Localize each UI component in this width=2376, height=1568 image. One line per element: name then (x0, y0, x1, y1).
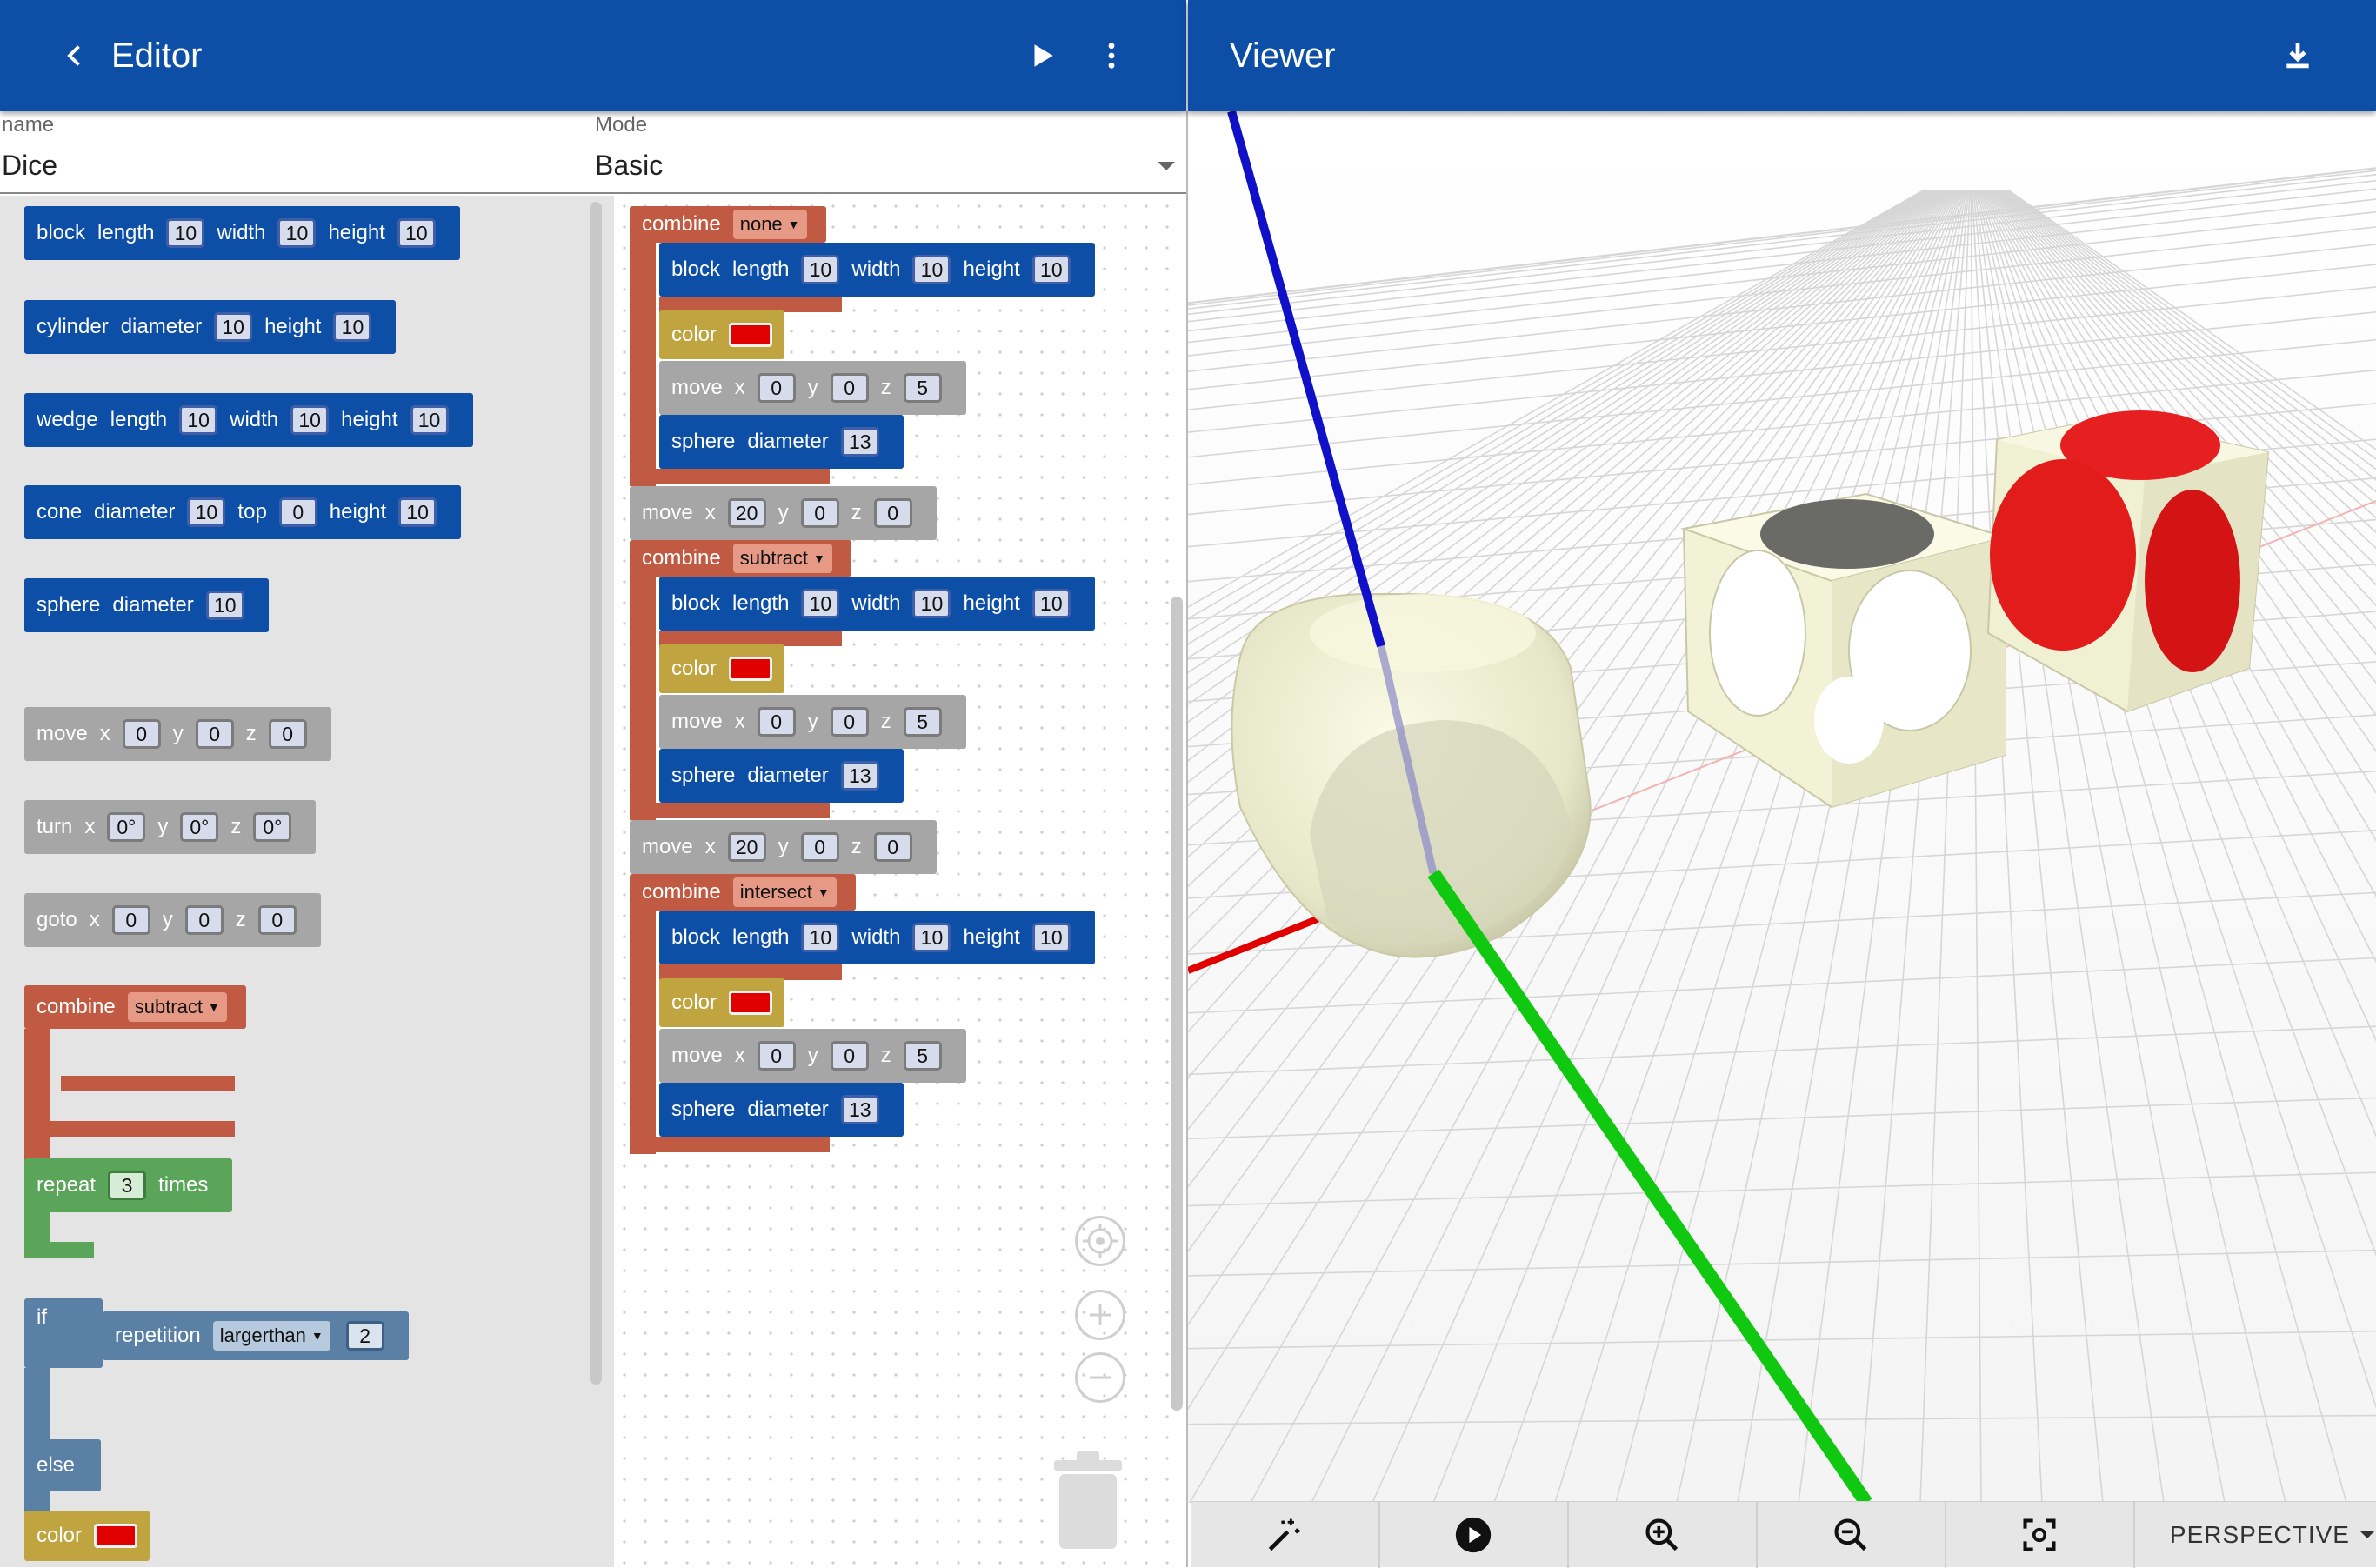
viewer-app-bar: Viewer (1188, 0, 2376, 111)
workspace-scrollbar[interactable] (1171, 597, 1183, 1411)
color-swatch[interactable] (729, 657, 773, 681)
back-icon[interactable] (49, 30, 101, 82)
magic-wand-icon (1269, 1518, 1300, 1551)
mode-dropdown-icon[interactable] (1157, 160, 1176, 172)
mode-label: Mode (595, 113, 648, 137)
recenter-icon[interactable] (1075, 1216, 1125, 1266)
toolbox-cone-block[interactable]: cone diameter 10 top 0 height 10 (24, 485, 462, 539)
combine-op-dropdown[interactable]: subtract ▼ (127, 992, 227, 1022)
workspace-combine-block[interactable]: combine subtract ▼ (630, 540, 851, 577)
workspace-move-block[interactable]: move x 20 y 0 z 0 (630, 820, 937, 874)
name-input[interactable]: Dice (2, 150, 57, 182)
repeat-bottom (24, 1242, 94, 1258)
workspace-color-block[interactable]: color (659, 310, 785, 359)
render-button[interactable] (1380, 1502, 1569, 1568)
dropdown-arrow-icon: ▼ (817, 885, 830, 899)
toolbox-sphere-block[interactable]: sphere diameter 10 (24, 578, 269, 632)
viewer-toolbar: PERSPECTIVE (1191, 1501, 2376, 1568)
combine-bottom (24, 1121, 235, 1137)
dropdown-arrow-icon: ▼ (310, 1329, 324, 1343)
mode-select[interactable]: Basic (595, 150, 663, 182)
if-else-label: else (24, 1439, 101, 1491)
workspace-combine-block[interactable]: combine intersect ▼ (630, 874, 856, 911)
workspace-combine-block[interactable]: combine none ▼ (630, 206, 826, 243)
viewer-title: Viewer (1230, 36, 1336, 75)
combine-op-dropdown[interactable]: none ▼ (732, 210, 807, 239)
combine-spine (630, 909, 656, 1154)
combine-op-dropdown[interactable]: intersect ▼ (732, 877, 837, 907)
toolbox-if-block[interactable]: if (24, 1298, 103, 1368)
if-op-dropdown[interactable]: largerthan ▼ (212, 1321, 330, 1351)
toolbox-turn-block[interactable]: turn x 0° y 0° z 0° (24, 800, 317, 854)
workspace-sphere-block[interactable]: sphere diameter 13 (659, 1083, 904, 1137)
combine-spine (630, 241, 656, 486)
color-swatch[interactable] (94, 1524, 138, 1548)
viewer-canvas[interactable] (1188, 111, 2376, 1567)
toolbox-move-block[interactable]: move x 0 y 0 z 0 (24, 707, 331, 761)
magic-wand-button[interactable] (1191, 1502, 1380, 1568)
toolbox-combine-block[interactable]: combine subtract ▼ (24, 985, 246, 1029)
more-vert-icon[interactable] (1085, 30, 1138, 82)
toolbox-color-block[interactable]: color (24, 1511, 150, 1561)
zoom-in-magnifier-icon (1645, 1518, 1679, 1551)
workspace-move-block[interactable]: move x 0 y 0 z 5 (659, 1029, 966, 1083)
combine-slot-divider (61, 1076, 235, 1091)
dropdown-arrow-icon: ▼ (207, 1000, 220, 1014)
if-condition-block[interactable]: repetition largerthan ▼ 2 (103, 1311, 409, 1360)
center-focus-icon (2023, 1518, 2056, 1551)
play-icon[interactable] (1016, 30, 1068, 82)
workspace-move-block[interactable]: move x 0 y 0 z 5 (659, 361, 966, 415)
workspace-sphere-block[interactable]: sphere diameter 13 (659, 749, 904, 803)
workspace-move-block[interactable]: move x 0 y 0 z 5 (659, 695, 966, 749)
trash-icon[interactable] (1049, 1448, 1127, 1552)
editor-title: Editor (111, 36, 203, 75)
workspace-move-block[interactable]: move x 20 y 0 z 0 (630, 486, 937, 540)
workspace-sphere-block[interactable]: sphere diameter 13 (659, 415, 904, 469)
workspace-block-block[interactable]: block length 10 width 10 height 10 (659, 911, 1095, 964)
workspace-color-block[interactable]: color (659, 644, 785, 693)
3d-scene[interactable] (1188, 111, 2376, 1507)
zoom-out-icon[interactable] (1075, 1352, 1125, 1403)
dropdown-arrow-icon: ▼ (812, 551, 825, 565)
name-label: name (2, 113, 55, 137)
toolbox-repeat-block[interactable]: repeat 3 times (24, 1158, 233, 1212)
dropdown-arrow-icon: ▼ (787, 217, 800, 231)
toolbox-block-block[interactable]: block length 10 width 10 height 10 (24, 206, 460, 260)
zoom-in-icon[interactable] (1075, 1290, 1125, 1340)
workspace-block-block[interactable]: block length 10 width 10 height 10 (659, 577, 1095, 631)
color-swatch[interactable] (729, 991, 773, 1015)
toolbox-goto-block[interactable]: goto x 0 y 0 z 0 (24, 893, 321, 947)
toolbox-cylinder-block[interactable]: cylinder diameter 10 height 10 (24, 300, 397, 354)
viewer-zoom-out-button[interactable] (1758, 1502, 1946, 1568)
combine-bottom (630, 803, 830, 818)
combine-op-dropdown[interactable]: subtract ▼ (732, 544, 832, 573)
name-underline (0, 192, 595, 194)
download-icon[interactable] (2272, 30, 2324, 82)
projection-select[interactable]: PERSPECTIVE (2135, 1502, 2376, 1567)
toolbox-scrollbar[interactable] (590, 202, 602, 1385)
workspace-block-block[interactable]: block length 10 width 10 height 10 (659, 243, 1095, 297)
color-swatch[interactable] (729, 323, 773, 347)
mode-underline (595, 192, 1186, 194)
zoom-out-magnifier-icon (1834, 1518, 1867, 1551)
combine-spine (630, 575, 656, 820)
editor-app-bar: Editor (0, 0, 1186, 111)
viewer-zoom-in-button[interactable] (1569, 1502, 1758, 1568)
block-workspace: combine none ▼ block length 10 width 10 height 10… (614, 196, 1186, 1567)
workspace-color-block[interactable]: color (659, 978, 785, 1027)
block-toolbox: block length 10 width 10 height 10 cylinder dia… (0, 196, 614, 1567)
combine-spine (24, 1029, 50, 1168)
toolbox-wedge-block[interactable]: wedge length 10 width 10 height 10 (24, 393, 473, 447)
projection-dropdown-icon (2359, 1530, 2375, 1538)
center-focus-button[interactable] (1946, 1502, 2135, 1568)
play-circle-icon (1456, 1517, 1492, 1553)
combine-bottom (630, 469, 830, 484)
combine-bottom (630, 1137, 830, 1152)
